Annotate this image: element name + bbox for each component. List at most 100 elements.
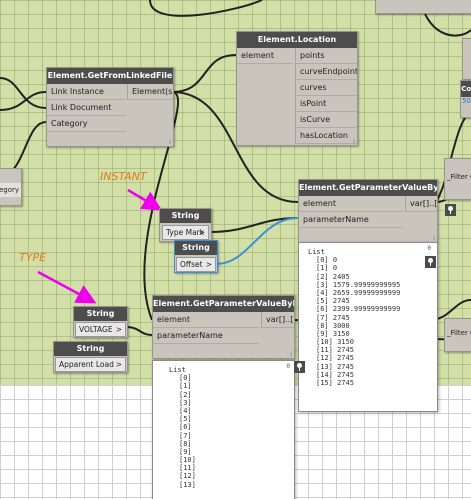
watch-item: [6] bbox=[179, 423, 192, 432]
watch-item: [13] bbox=[179, 480, 196, 489]
node-get-from-linked-file[interactable]: Element.GetFromLinkedFile Link Instance … bbox=[46, 67, 174, 147]
output-port-has-location[interactable]: hasLocation bbox=[296, 128, 357, 144]
partial-node-right-small[interactable] bbox=[462, 38, 471, 80]
wire-voltage-to-gpv-bottom bbox=[125, 326, 153, 336]
watch-header: List bbox=[169, 366, 186, 374]
watch-item: [1] 0 bbox=[316, 264, 338, 273]
output-arrow-icon[interactable]: > bbox=[116, 323, 122, 336]
node-title: String bbox=[160, 209, 211, 223]
partial-node-left-label: egory bbox=[0, 183, 21, 197]
output-port-curves[interactable]: curves bbox=[296, 80, 357, 96]
partial-node-right-cor[interactable]: Cor 50 bbox=[460, 80, 471, 118]
watch-item: [10] bbox=[179, 456, 196, 465]
node-get-parameter-value-top[interactable]: Element.GetParameterValueByName element … bbox=[298, 179, 438, 243]
watch-item: [2] bbox=[179, 390, 192, 399]
input-port-category[interactable]: Category bbox=[47, 116, 125, 132]
string-input-voltage[interactable]: VOLTAGE > bbox=[75, 322, 126, 337]
input-port-link-document[interactable]: Link Document bbox=[47, 100, 125, 116]
node-string-offset[interactable]: String Offset > bbox=[174, 240, 218, 273]
watch-item: [8] 3000 bbox=[316, 321, 350, 330]
output-arrow-icon[interactable]: > bbox=[199, 226, 205, 239]
watch-item: [6] 2399.99999999999 bbox=[316, 305, 401, 314]
watch-item: [5] bbox=[179, 415, 192, 424]
watch-panel-bottom[interactable]: List [0] [1] [2] [3] [4] [5] [6] [7] [8] [9] [10][… bbox=[152, 360, 295, 499]
watch-item: [9] 3150 bbox=[316, 329, 350, 338]
watch-item: [14] 2745 bbox=[316, 370, 354, 379]
watch-item: [7] bbox=[179, 431, 192, 440]
annotation-instant: INSTANT bbox=[100, 170, 147, 183]
watch-item: [9] bbox=[179, 447, 192, 456]
node-title: Element.GetFromLinkedFile bbox=[47, 68, 173, 84]
watch-list: List [0] 0 [1] 0 [2] 2405 [3] 1579.99999999… bbox=[299, 243, 437, 387]
partial-node-right-value: 50 bbox=[462, 97, 471, 105]
node-title: String bbox=[74, 307, 127, 321]
node-title: String bbox=[175, 241, 217, 255]
output-port-curve-endpoints[interactable]: curveEndpoints bbox=[296, 64, 357, 80]
pin-icon[interactable] bbox=[425, 256, 436, 268]
watch-item: [3] bbox=[179, 398, 192, 407]
watch-item: [0] 0 bbox=[316, 256, 338, 265]
resize-grip-icon[interactable]: ⁞ bbox=[290, 352, 292, 358]
output-arrow-icon[interactable]: > bbox=[116, 358, 122, 371]
node-title: Element.GetParameterValueByName bbox=[153, 296, 294, 312]
string-value: VOLTAGE bbox=[79, 325, 113, 334]
partial-node-filter-bottom[interactable]: _Filter C bbox=[444, 318, 471, 352]
graph-canvas[interactable]: egory Cor 50 _Filter C _Filter C Element… bbox=[0, 0, 471, 499]
pin-icon[interactable] bbox=[294, 361, 305, 373]
node-title: Element.GetParameterValueByName bbox=[299, 180, 437, 196]
watch-item: [13] 2745 bbox=[316, 362, 354, 371]
watch-header: List bbox=[308, 248, 325, 256]
node-string-type-mark[interactable]: String Type Mark > bbox=[159, 208, 212, 242]
input-port-link-instance[interactable]: Link Instance bbox=[47, 84, 125, 100]
pin-icon[interactable] bbox=[445, 204, 456, 216]
watch-item: [7] 2745 bbox=[316, 313, 350, 322]
resize-grip-icon[interactable]: ⁞ bbox=[353, 139, 355, 145]
watch-item: [1] bbox=[179, 382, 192, 391]
node-element-location[interactable]: Element.Location element points curveEnd… bbox=[236, 31, 358, 146]
string-input-offset[interactable]: Offset > bbox=[176, 257, 216, 272]
watch-count: 0 bbox=[286, 363, 290, 370]
string-value: Offset bbox=[180, 260, 203, 269]
watch-item: [4] 2659.99999999999 bbox=[316, 288, 401, 297]
partial-node-filter-top[interactable]: _Filter C bbox=[444, 158, 471, 216]
watch-count: 0 bbox=[427, 245, 431, 252]
watch-item: [12] bbox=[179, 472, 196, 481]
watch-item: [11] bbox=[179, 464, 196, 473]
wire-elements-to-location bbox=[171, 54, 237, 93]
watch-item: [0] bbox=[179, 374, 192, 383]
string-value: Apparent Load bbox=[59, 360, 114, 369]
node-title: Element.Location bbox=[237, 32, 357, 48]
node-get-parameter-value-bottom[interactable]: Element.GetParameterValueByName element … bbox=[152, 295, 295, 359]
string-input-apparent-load[interactable]: Apparent Load > bbox=[55, 357, 126, 372]
output-port-is-point[interactable]: isPoint bbox=[296, 96, 357, 112]
output-port-var[interactable]: var[]..[] bbox=[406, 196, 437, 212]
output-port-elements[interactable]: Element(s) bbox=[128, 84, 173, 100]
node-string-voltage[interactable]: String VOLTAGE > bbox=[73, 306, 128, 338]
partial-node-left[interactable]: egory bbox=[0, 168, 22, 206]
resize-grip-icon[interactable]: ⁞ bbox=[169, 140, 171, 146]
output-port-points[interactable]: points bbox=[296, 48, 357, 64]
input-port-parameter-name[interactable]: parameterName bbox=[299, 212, 403, 228]
string-input-type-mark[interactable]: Type Mark > bbox=[162, 225, 209, 240]
watch-panel-top[interactable]: List [0] 0 [1] 0 [2] 2405 [3] 1579.99999999… bbox=[298, 242, 438, 412]
partial-node-filter-bottom-label: _Filter C bbox=[447, 329, 471, 337]
input-port-element[interactable]: element bbox=[299, 196, 403, 212]
node-title: String bbox=[54, 342, 127, 356]
input-port-parameter-name[interactable]: parameterName bbox=[153, 328, 259, 344]
watch-item: [2] 2405 bbox=[316, 272, 350, 281]
annotation-type: TYPE bbox=[19, 251, 47, 264]
input-port-element[interactable]: element bbox=[153, 312, 259, 328]
partial-node-top-right[interactable] bbox=[375, 0, 471, 14]
watch-item: [12] 2745 bbox=[316, 354, 354, 363]
watch-item: [3] 1579.99999999995 bbox=[316, 280, 401, 289]
output-port-var[interactable]: var[]..[] bbox=[262, 312, 294, 328]
watch-item: [5] 2745 bbox=[316, 297, 350, 306]
output-arrow-icon[interactable]: > bbox=[206, 258, 212, 271]
output-port-is-curve[interactable]: isCurve bbox=[296, 112, 357, 128]
arrow-instant bbox=[127, 188, 163, 211]
node-string-apparent-load[interactable]: String Apparent Load > bbox=[53, 341, 128, 373]
input-port-element[interactable]: element bbox=[237, 48, 293, 64]
watch-item: [15] 2745 bbox=[316, 379, 354, 387]
watch-list: List [0] [1] [2] [3] [4] [5] [6] [7] [8] [9] [10][… bbox=[153, 361, 294, 489]
arrow-type bbox=[37, 270, 97, 304]
